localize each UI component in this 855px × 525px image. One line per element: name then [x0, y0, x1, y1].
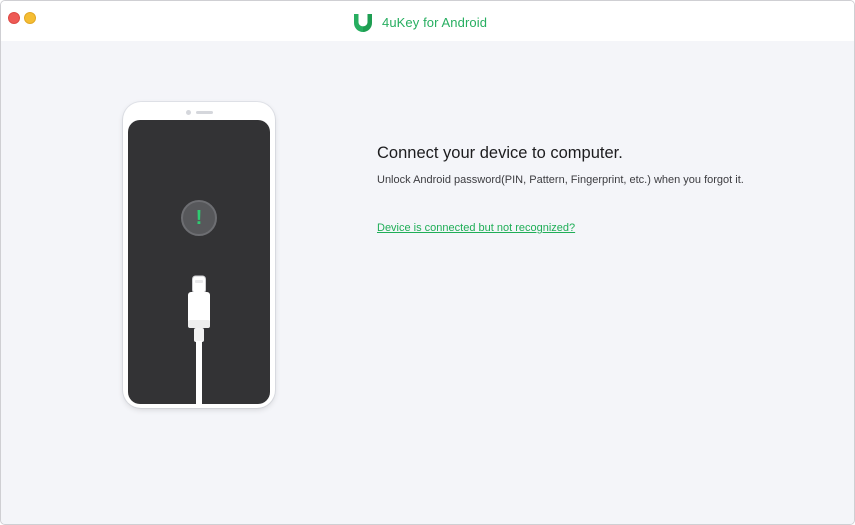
app-window: 4uKey for Android ! Connect your device …: [0, 0, 855, 525]
close-window-button[interactable]: [8, 12, 20, 24]
app-title: 4uKey for Android: [382, 14, 488, 30]
phone-illustration: !: [123, 102, 275, 408]
main-content: ! Connect your device to computer. Unloc…: [1, 41, 854, 524]
device-not-recognized-link[interactable]: Device is connected but not recognized?: [377, 222, 575, 234]
page-heading: Connect your device to computer.: [377, 144, 623, 162]
phone-screen: !: [128, 120, 270, 404]
title-bar: 4uKey for Android: [1, 1, 854, 41]
page-description: Unlock Android password(PIN, Pattern, Fi…: [377, 174, 744, 186]
minimize-window-button[interactable]: [24, 12, 36, 24]
camera-dot: [186, 110, 191, 115]
app-brand: 4uKey for Android: [352, 10, 487, 34]
speaker-slot: [196, 111, 213, 114]
usb-c-cable-icon: [188, 275, 210, 404]
shield-leaf-icon: [354, 14, 372, 32]
